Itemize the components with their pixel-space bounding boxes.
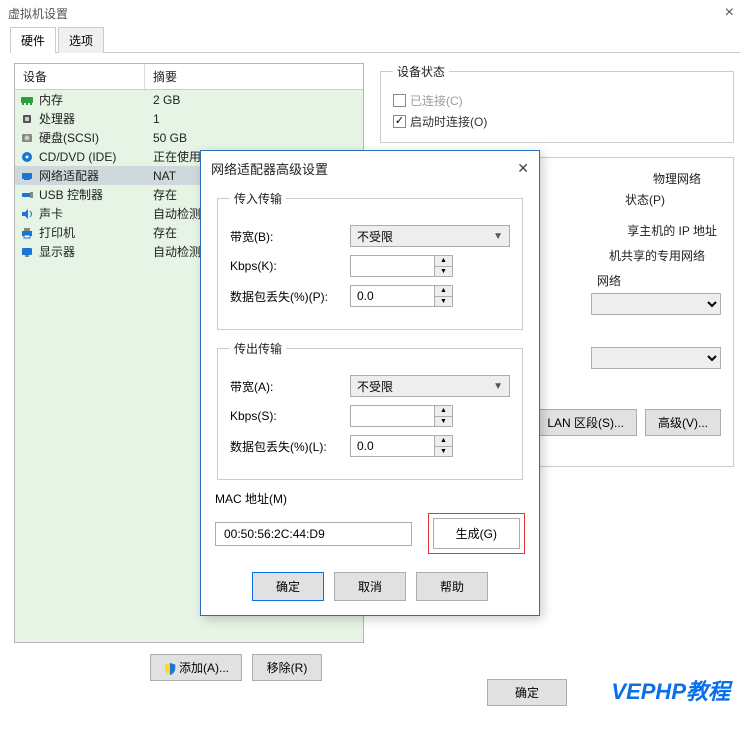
col-summary[interactable]: 摘要 bbox=[145, 64, 363, 89]
connect-on-row[interactable]: 启动时连接(O) bbox=[393, 113, 721, 130]
add-hardware-button[interactable]: 添加(A)... bbox=[150, 654, 242, 681]
device-status-legend: 设备状态 bbox=[393, 63, 449, 80]
network-combo-2[interactable] bbox=[591, 347, 721, 369]
bandwidth-b-combo[interactable]: 不受限 ▼ bbox=[350, 225, 510, 247]
network-combo-1[interactable] bbox=[591, 293, 721, 315]
kbps-k-label: Kbps(K): bbox=[230, 259, 350, 273]
mac-address-input[interactable]: 00:50:56:2C:44:D9 bbox=[215, 522, 412, 546]
hardware-label: USB 控制器 bbox=[39, 186, 149, 203]
hardware-summary: 1 bbox=[149, 112, 359, 126]
hardware-summary: 2 GB bbox=[149, 93, 359, 107]
incoming-group: 传入传输 带宽(B): 不受限 ▼ Kbps(K): ▲▼ 数据包丢失(%)(P… bbox=[217, 190, 523, 330]
hardware-row-disk[interactable]: 硬盘(SCSI)50 GB bbox=[15, 128, 363, 147]
tab-options[interactable]: 选项 bbox=[58, 27, 104, 53]
hardware-row-memory[interactable]: 内存2 GB bbox=[15, 90, 363, 109]
cpu-icon bbox=[19, 112, 35, 126]
hardware-summary: 50 GB bbox=[149, 131, 359, 145]
hardware-row-cpu[interactable]: 处理器1 bbox=[15, 109, 363, 128]
hardware-list-header: 设备 摘要 bbox=[15, 64, 363, 90]
outgoing-legend: 传出传输 bbox=[230, 340, 286, 357]
loss-l-label: 数据包丢失(%)(L): bbox=[230, 438, 350, 455]
spinner-up-icon[interactable]: ▲ bbox=[435, 436, 452, 447]
dialog-title: 网络适配器高级设置 bbox=[211, 159, 328, 178]
bandwidth-a-label: 带宽(A): bbox=[230, 378, 350, 395]
dialog-ok-button[interactable]: 确定 bbox=[252, 572, 324, 601]
sound-icon bbox=[19, 207, 35, 221]
remove-hardware-button[interactable]: 移除(R) bbox=[252, 654, 322, 681]
spinner-up-icon[interactable]: ▲ bbox=[435, 256, 452, 267]
nic-icon bbox=[19, 169, 35, 183]
device-status-group: 设备状态 已连接(C) 启动时连接(O) bbox=[380, 63, 734, 143]
shield-icon bbox=[163, 662, 177, 676]
disk-icon bbox=[19, 131, 35, 145]
display-icon bbox=[19, 245, 35, 259]
lan-segment-button[interactable]: LAN 区段(S)... bbox=[534, 409, 637, 436]
dialog-help-button[interactable]: 帮助 bbox=[416, 572, 488, 601]
advanced-settings-dialog: 网络适配器高级设置 ✕ 传入传输 带宽(B): 不受限 ▼ Kbps(K): ▲… bbox=[200, 150, 540, 616]
window-title: 虚拟机设置 bbox=[8, 5, 68, 22]
spinner-down-icon[interactable]: ▼ bbox=[435, 417, 452, 427]
kbps-s-input[interactable] bbox=[350, 405, 435, 427]
hardware-label: 打印机 bbox=[39, 224, 149, 241]
kbps-s-spinner[interactable]: ▲▼ bbox=[435, 405, 453, 427]
hardware-label: 处理器 bbox=[39, 110, 149, 127]
kbps-k-input[interactable] bbox=[350, 255, 435, 277]
connected-checkbox-row: 已连接(C) bbox=[393, 92, 721, 109]
hardware-label: 网络适配器 bbox=[39, 167, 149, 184]
loss-p-label: 数据包丢失(%)(P): bbox=[230, 288, 350, 305]
generate-highlight: 生成(G) bbox=[428, 513, 525, 554]
advanced-button[interactable]: 高级(V)... bbox=[645, 409, 721, 436]
watermark-text: VEPHP教程 bbox=[611, 674, 730, 706]
chevron-down-icon: ▼ bbox=[493, 381, 503, 392]
window-close-icon[interactable]: × bbox=[717, 4, 742, 22]
bandwidth-a-value: 不受限 bbox=[357, 378, 393, 395]
bandwidth-b-value: 不受限 bbox=[357, 228, 393, 245]
incoming-legend: 传入传输 bbox=[230, 190, 286, 207]
generate-button[interactable]: 生成(G) bbox=[433, 518, 520, 549]
printer-icon bbox=[19, 226, 35, 240]
chevron-down-icon: ▼ bbox=[493, 231, 503, 242]
connected-label: 已连接(C) bbox=[410, 92, 463, 109]
connect-on-label: 启动时连接(O) bbox=[410, 113, 487, 130]
memory-icon bbox=[19, 93, 35, 107]
outgoing-group: 传出传输 带宽(A): 不受限 ▼ Kbps(S): ▲▼ 数据包丢失(%)(L… bbox=[217, 340, 523, 480]
loss-p-input[interactable]: 0.0 bbox=[350, 285, 435, 307]
col-device[interactable]: 设备 bbox=[15, 64, 145, 89]
loss-p-spinner[interactable]: ▲▼ bbox=[435, 285, 453, 307]
spinner-down-icon[interactable]: ▼ bbox=[435, 447, 452, 457]
spinner-up-icon[interactable]: ▲ bbox=[435, 286, 452, 297]
add-hardware-label: 添加(A)... bbox=[179, 661, 229, 675]
tab-hardware[interactable]: 硬件 bbox=[10, 27, 56, 53]
dialog-close-icon[interactable]: ✕ bbox=[517, 160, 529, 177]
loss-l-spinner[interactable]: ▲▼ bbox=[435, 435, 453, 457]
spinner-up-icon[interactable]: ▲ bbox=[435, 406, 452, 417]
bandwidth-b-label: 带宽(B): bbox=[230, 228, 350, 245]
cd-icon bbox=[19, 150, 35, 164]
hardware-label: 显示器 bbox=[39, 243, 149, 260]
usb-icon bbox=[19, 188, 35, 202]
loss-l-input[interactable]: 0.0 bbox=[350, 435, 435, 457]
tab-strip: 硬件 选项 bbox=[10, 26, 740, 53]
hardware-label: CD/DVD (IDE) bbox=[39, 150, 149, 164]
hardware-label: 内存 bbox=[39, 91, 149, 108]
spinner-down-icon[interactable]: ▼ bbox=[435, 297, 452, 307]
connected-checkbox bbox=[393, 94, 406, 107]
mac-label: MAC 地址(M) bbox=[215, 490, 525, 507]
bandwidth-a-combo[interactable]: 不受限 ▼ bbox=[350, 375, 510, 397]
connect-on-checkbox[interactable] bbox=[393, 115, 406, 128]
kbps-k-spinner[interactable]: ▲▼ bbox=[435, 255, 453, 277]
kbps-s-label: Kbps(S): bbox=[230, 409, 350, 423]
dialog-cancel-button[interactable]: 取消 bbox=[334, 572, 406, 601]
hardware-label: 声卡 bbox=[39, 205, 149, 222]
hardware-label: 硬盘(SCSI) bbox=[39, 129, 149, 146]
spinner-down-icon[interactable]: ▼ bbox=[435, 267, 452, 277]
main-ok-button[interactable]: 确定 bbox=[487, 679, 567, 706]
